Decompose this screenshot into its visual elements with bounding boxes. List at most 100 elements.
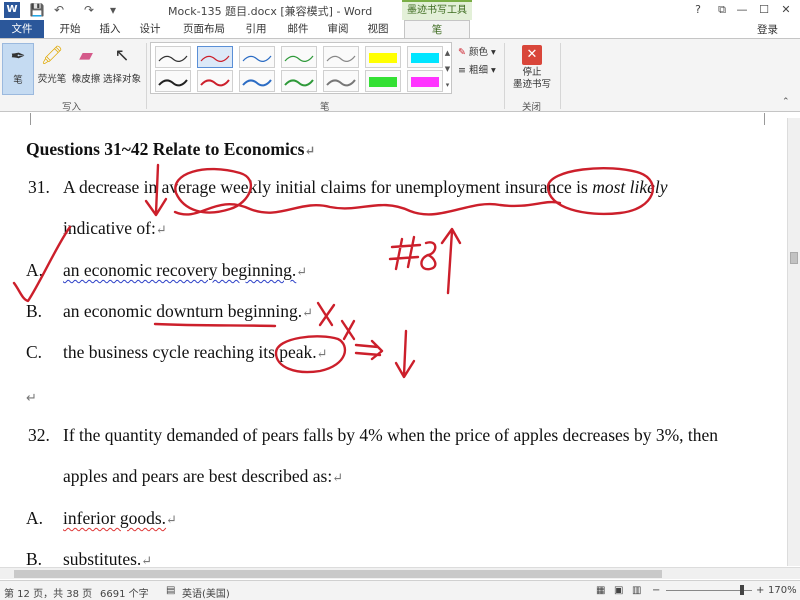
tab-view[interactable]: 视图 [360,20,396,38]
close-group-label: 关闭 [522,102,542,113]
document-canvas[interactable]: Questions 31~42 Relate to Economics↵ 31.… [0,113,800,567]
read-mode-icon[interactable]: ▦ [596,585,605,596]
collapse-ribbon-icon[interactable]: ⌃ [782,97,790,107]
ink-tools-context-header: 墨迹书写工具 [402,0,472,20]
group-separator [504,43,505,109]
ink-wave-underline [173,200,562,216]
highlighter-tool-button[interactable]: 🖍 荧光笔 [36,43,68,95]
ink-note-hash8 [388,235,437,271]
proofing-icon[interactable]: ▤ [166,585,175,596]
pen-black-thick[interactable] [155,70,191,92]
sign-in-link[interactable]: 登录 [757,22,778,37]
stop-inking-button[interactable]: ✕ 停止 墨迹书写 [510,45,554,91]
select-objects-button[interactable]: ↖ 选择对象 [102,43,142,95]
highlighter-yellow[interactable] [365,46,401,68]
eraser-tool-button[interactable]: ▰ 橡皮擦 [70,43,102,95]
pen-black-thin[interactable] [155,46,191,68]
highlighter-magenta[interactable] [407,70,443,92]
zoom-level[interactable]: 170% [768,585,797,596]
zoom-slider-thumb[interactable] [740,585,744,595]
pen-green-thin[interactable] [281,46,317,68]
highlighter-green[interactable] [365,70,401,92]
q31-number: 31. [28,177,50,197]
line-thickness-icon: ≡ [458,65,466,76]
language-indicator[interactable]: 英语(美国) [182,585,230,600]
pen-green-thick[interactable] [281,70,317,92]
redo-icon[interactable]: ↷ [80,2,98,18]
title-bar: W 💾 ↶ ↷ ▾ Mock-135 题目.docx [兼容模式] - Word… [0,0,800,20]
customize-qat-icon[interactable]: ▾ [104,2,122,18]
ribbon-tabs: 文件 开始 插入 设计 页面布局 引用 邮件 审阅 视图 笔 登录 [0,20,800,38]
document-title: Mock-135 题目.docx [兼容模式] - Word [168,5,373,18]
save-icon[interactable]: 💾 [28,2,46,18]
vertical-scrollbar[interactable] [787,118,800,566]
margin-corner-mark [764,113,765,125]
q32-option-a-text: inferior goods.↵ [63,508,177,528]
pen-gray-thin[interactable] [323,46,359,68]
zoom-in-icon[interactable]: + [756,585,764,596]
highlighter-icon: 🖍 [40,45,64,66]
ribbon: ✒ 笔 🖍 荧光笔 ▰ 橡皮擦 ↖ 选择对象 写入 ▲ ▼ ▾ ✎ 颜色 ▾ ≡… [0,38,800,113]
pens-group-label: 笔 [320,102,330,113]
group-separator [560,43,561,109]
pen-blue-thick[interactable] [239,70,275,92]
web-layout-icon[interactable]: ▥ [632,585,641,596]
pen-tool-button[interactable]: ✒ 笔 [2,43,34,95]
vertical-scroll-thumb[interactable] [790,252,798,264]
tab-design[interactable]: 设计 [132,20,168,38]
tab-file[interactable]: 文件 [0,20,44,38]
horizontal-scroll-thumb[interactable] [14,570,662,578]
pen-gray-thick[interactable] [323,70,359,92]
minimize-button[interactable]: — [730,0,754,20]
print-layout-icon[interactable]: ▣ [614,585,623,596]
tab-review[interactable]: 审阅 [320,20,356,38]
q32-option-a-letter: A. [26,508,44,528]
q31-stem-line2: indicative of:↵ [63,218,167,238]
status-bar: 第 12 页，共 38 页 6691 个字 ▤ 英语(美国) ▦ ▣ ▥ − +… [0,580,800,600]
gallery-scroll-down-icon[interactable]: ▼ [443,61,452,78]
pen-icon: ✒ [10,46,26,67]
tab-mailings[interactable]: 邮件 [280,20,316,38]
undo-icon[interactable]: ↶ [50,2,68,18]
maximize-button[interactable]: ☐ [752,0,776,20]
ink-underline-downturn [153,322,277,328]
ink-x-mark-c [340,319,356,341]
empty-paragraph-mark: ↵ [26,391,37,406]
q32-option-b-letter: B. [26,549,43,567]
word-count[interactable]: 6691 个字 [100,585,149,600]
eraser-icon: ▰ [79,45,93,66]
q31-option-b-letter: B. [26,301,43,321]
color-dropdown[interactable]: ✎ 颜色 ▾ [458,44,496,58]
tab-references[interactable]: 引用 [238,20,274,38]
thickness-dropdown[interactable]: ≡ 粗细 ▾ [458,62,496,76]
help-button[interactable]: ? [686,0,710,20]
group-separator [146,43,147,109]
tab-home[interactable]: 开始 [52,20,88,38]
word-app-icon[interactable]: W [4,2,20,18]
gallery-scroll-up-icon[interactable]: ▲ [443,45,452,62]
ink-arrow-right [354,339,384,361]
tab-pen[interactable]: 笔 [404,20,470,38]
q31-option-a-letter: A. [26,260,44,280]
section-heading: Questions 31~42 Relate to Economics↵ [26,139,316,159]
tab-insert[interactable]: 插入 [92,20,128,38]
tab-page-layout[interactable]: 页面布局 [176,20,232,38]
q31-option-c-letter: C. [26,342,43,362]
pen-red-thick[interactable] [197,70,233,92]
margin-corner-mark [30,113,31,125]
q31-stem-line1: A decrease in average weekly initial cla… [63,177,668,197]
select-object-icon: ↖ [114,45,130,66]
zoom-out-icon[interactable]: − [652,585,660,596]
gallery-more-icon[interactable]: ▾ [443,77,452,94]
close-button[interactable]: ✕ [774,0,798,20]
pen-red-thin-selected[interactable] [197,46,233,68]
horizontal-scrollbar[interactable] [0,567,800,579]
q32-number: 32. [28,425,50,445]
ink-arrow-up [440,227,462,295]
q32-stem-line1: If the quantity demanded of pears falls … [63,425,719,445]
q31-option-c-text: the business cycle reaching its peak.↵ [63,342,328,362]
pen-blue-thin[interactable] [239,46,275,68]
highlighter-cyan[interactable] [407,46,443,68]
write-group-label: 写入 [62,102,82,113]
page-count[interactable]: 第 12 页，共 38 页 [4,585,92,600]
